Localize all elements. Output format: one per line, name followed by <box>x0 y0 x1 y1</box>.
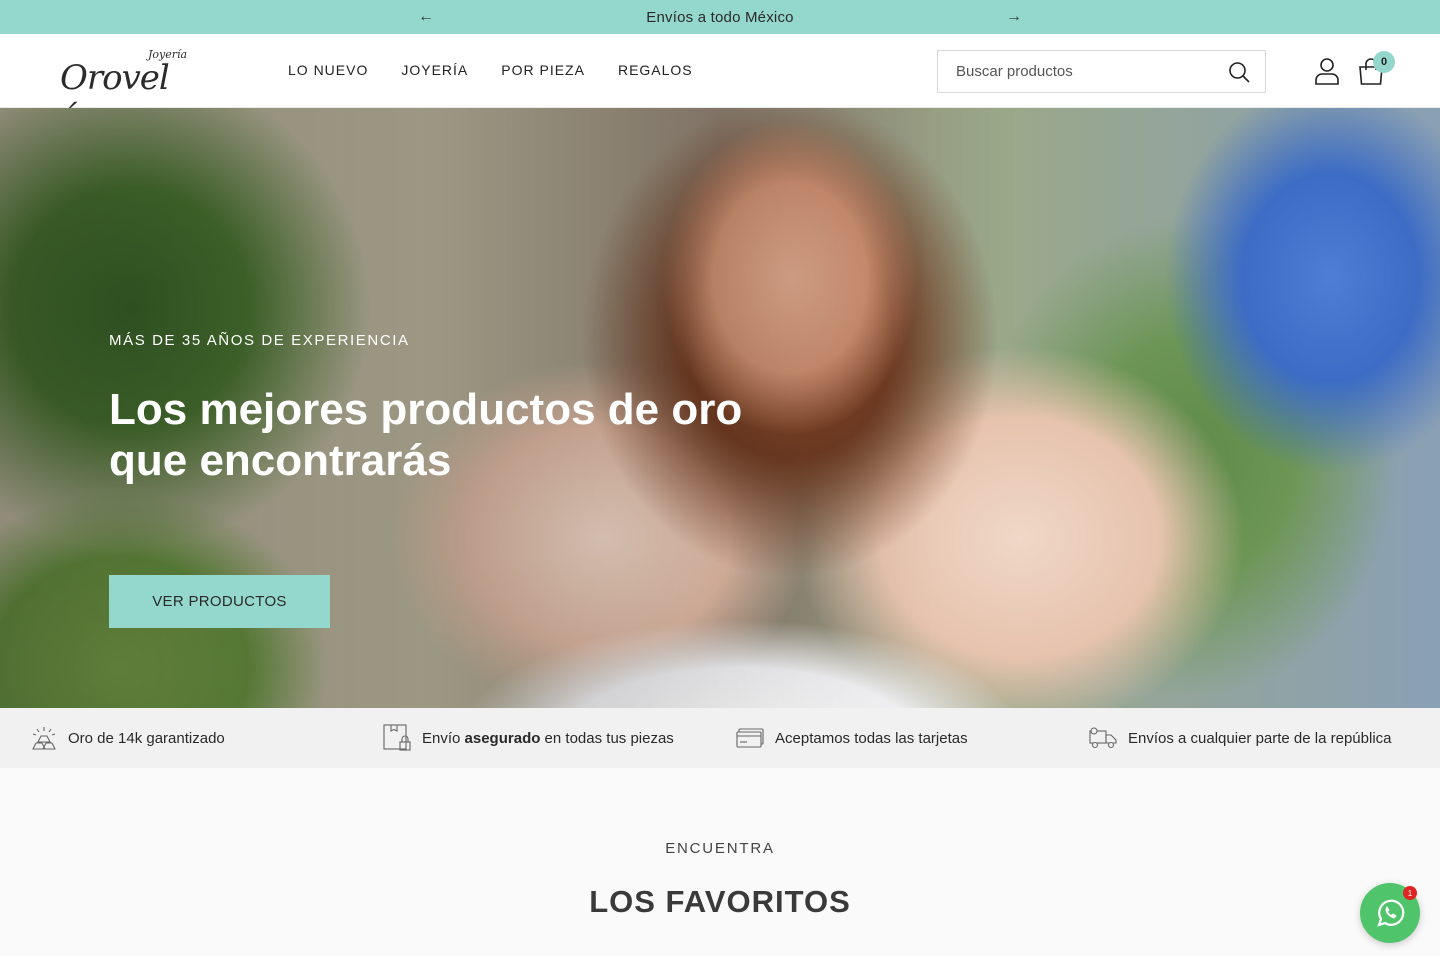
nav-por-pieza[interactable]: POR PIEZA <box>501 62 585 78</box>
feature-delivery: Envíos a cualquier parte de la república <box>1088 708 1392 768</box>
cart-count-badge: 0 <box>1373 51 1395 73</box>
section-eyebrow: ENCUENTRA <box>665 840 775 857</box>
account-icon[interactable] <box>1314 57 1340 85</box>
feature-gold: Oro de 14k garantizado <box>30 708 225 768</box>
announcement-text: Envíos a todo México <box>646 8 794 26</box>
features-bar: Oro de 14k garantizado Envío asegurado e… <box>0 708 1440 768</box>
feature-delivery-text: Envíos a cualquier parte de la república <box>1128 729 1392 747</box>
announcement-bar: ← Envíos a todo México → <box>0 0 1440 34</box>
main-nav: LO NUEVO JOYERÍA POR PIEZA REGALOS <box>288 62 693 78</box>
feature-cards: Aceptamos todas las tarjetas <box>735 708 968 768</box>
nav-joyeria[interactable]: JOYERÍA <box>401 62 468 78</box>
search-box <box>937 50 1266 93</box>
feature-secure-shipping: Envío asegurado en todas tus piezas <box>382 708 674 768</box>
secure-box-icon <box>383 724 411 751</box>
gold-bars-icon <box>32 727 56 750</box>
search-icon[interactable] <box>1227 60 1251 84</box>
feature-cards-text: Aceptamos todas las tarjetas <box>775 729 968 747</box>
hero-banner: MÁS DE 35 AÑOS DE EXPERIENCIA Los mejore… <box>0 108 1440 708</box>
view-products-button[interactable]: VER PRODUCTOS <box>109 575 330 628</box>
feature-gold-text: Oro de 14k garantizado <box>68 729 225 747</box>
hero-headline: Los mejores productos de oro que encontr… <box>109 385 743 485</box>
hero-eyebrow: MÁS DE 35 AÑOS DE EXPERIENCIA <box>109 332 410 349</box>
feature-secure-shipping-text: Envío asegurado en todas tus piezas <box>422 729 674 747</box>
nav-lo-nuevo[interactable]: LO NUEVO <box>288 62 368 78</box>
site-header: Joyería Orovel´s LO NUEVO JOYERÍA POR PI… <box>0 34 1440 138</box>
delivery-truck-icon <box>1089 727 1117 749</box>
credit-card-icon <box>736 728 764 748</box>
section-title: LOS FAVORITOS <box>589 884 851 919</box>
logo[interactable]: Joyería Orovel´s <box>60 48 190 138</box>
arrow-right-icon[interactable]: → <box>1004 7 1024 27</box>
arrow-left-icon[interactable]: ← <box>416 7 436 27</box>
search-input[interactable] <box>938 51 1218 92</box>
whatsapp-badge: 1 <box>1403 886 1417 900</box>
nav-regalos[interactable]: REGALOS <box>618 62 693 78</box>
